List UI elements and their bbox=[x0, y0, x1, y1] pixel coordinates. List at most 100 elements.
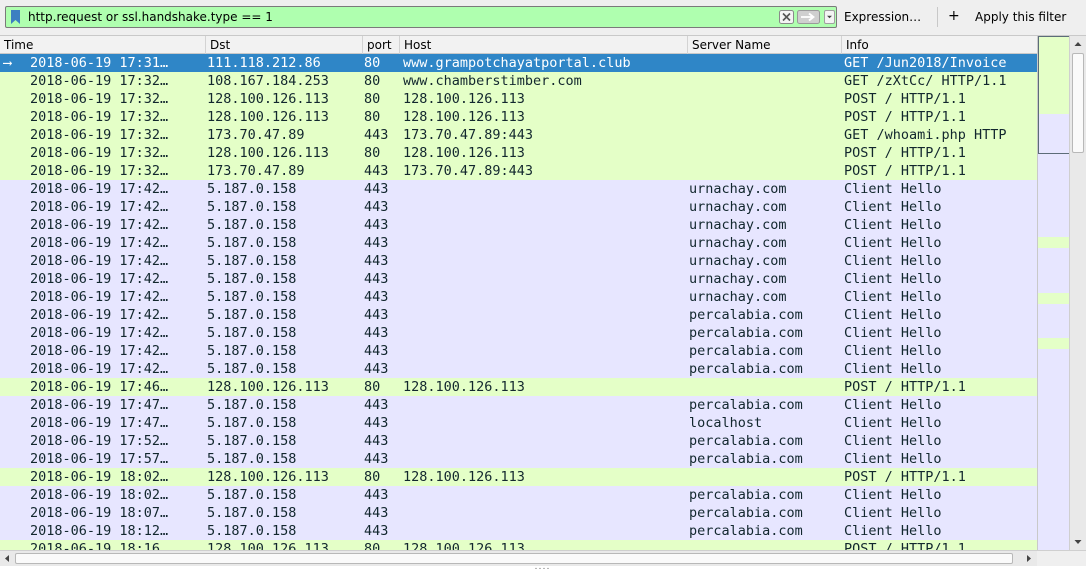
arrow-down-icon[interactable] bbox=[1070, 534, 1086, 550]
cell-info: Client Hello bbox=[844, 325, 942, 341]
column-header-host[interactable]: Host bbox=[399, 36, 687, 54]
cell-server-name bbox=[689, 72, 841, 90]
cell-host: www.grampotchayatportal.club bbox=[403, 55, 631, 71]
cell-host bbox=[403, 414, 685, 432]
minimap-viewport-indicator[interactable] bbox=[1038, 36, 1070, 154]
packet-row[interactable]: 2018-06-19 18:16… 128.100.126.113 80 128.10… bbox=[0, 540, 1037, 550]
cell-time: 2018-06-19 17:32… bbox=[30, 91, 169, 107]
cell-info: POST / HTTP/1.1 bbox=[844, 91, 966, 107]
packet-row[interactable]: 2018-06-19 17:32… 173.70.47.89 443 173.70.4… bbox=[0, 126, 1037, 144]
packet-row[interactable]: 2018-06-19 17:42… 5.187.0.158 443 urnachay.… bbox=[0, 288, 1037, 306]
packet-row[interactable]: 2018-06-19 18:02… 128.100.126.113 80 128.10… bbox=[0, 468, 1037, 486]
packet-row[interactable]: 2018-06-19 18:02… 5.187.0.158 443 percalabi… bbox=[0, 486, 1037, 504]
cell-server-name: percalabia.com bbox=[689, 361, 803, 377]
cell-time: 2018-06-19 17:42… bbox=[30, 253, 169, 269]
cell-host bbox=[403, 432, 685, 450]
cell-info: POST / HTTP/1.1 bbox=[844, 145, 966, 161]
packet-row[interactable]: 2018-06-19 17:42… 5.187.0.158 443 urnachay.… bbox=[0, 252, 1037, 270]
packet-row[interactable]: 2018-06-19 17:32… 128.100.126.113 80 128.10… bbox=[0, 90, 1037, 108]
vertical-scrollbar-thumb[interactable] bbox=[1072, 53, 1084, 153]
cell-server-name bbox=[689, 90, 841, 108]
column-header-dst[interactable]: Dst bbox=[205, 36, 362, 54]
column-header-time[interactable]: Time bbox=[0, 36, 205, 54]
cell-dst: 5.187.0.158 bbox=[207, 307, 297, 323]
cell-host bbox=[403, 324, 685, 342]
packet-row[interactable]: 2018-06-19 17:32… 128.100.126.113 80 128.10… bbox=[0, 144, 1037, 162]
packet-row[interactable]: 2018-06-19 17:42… 5.187.0.158 443 percalabi… bbox=[0, 360, 1037, 378]
cell-server-name bbox=[689, 144, 841, 162]
expression-button[interactable]: Expression… bbox=[844, 10, 921, 24]
packet-row[interactable]: 2018-06-19 18:07… 5.187.0.158 443 percalabi… bbox=[0, 504, 1037, 522]
packet-rows: ⟶ 2018-06-19 17:31… 111.118.212.86 80 www.gr… bbox=[0, 54, 1037, 550]
arrow-left-icon[interactable] bbox=[0, 551, 14, 566]
packet-row[interactable]: 2018-06-19 17:32… 128.100.126.113 80 128.10… bbox=[0, 108, 1037, 126]
cell-info: POST / HTTP/1.1 bbox=[844, 541, 966, 550]
packet-row-selected[interactable]: ⟶ 2018-06-19 17:31… 111.118.212.86 80 www.gr… bbox=[0, 54, 1037, 72]
cell-dst: 5.187.0.158 bbox=[207, 433, 297, 449]
packet-row[interactable]: 2018-06-19 17:46… 128.100.126.113 80 128.10… bbox=[0, 378, 1037, 396]
cell-dst: 173.70.47.89 bbox=[207, 127, 305, 143]
display-filter-text[interactable]: http.request or ssl.handshake.type == 1 bbox=[28, 10, 273, 24]
cell-port: 443 bbox=[364, 523, 389, 539]
column-header-server-name[interactable]: Server Name bbox=[687, 36, 841, 54]
arrow-right-icon[interactable] bbox=[797, 10, 820, 24]
cell-dst: 5.187.0.158 bbox=[207, 505, 297, 521]
horizontal-scrollbar[interactable] bbox=[0, 550, 1037, 566]
packet-row[interactable]: 2018-06-19 17:52… 5.187.0.158 443 percalabi… bbox=[0, 432, 1037, 450]
arrow-right-icon[interactable] bbox=[1022, 551, 1036, 566]
cell-info: POST / HTTP/1.1 bbox=[844, 379, 966, 395]
packet-row[interactable]: 2018-06-19 17:32… 108.167.184.253 80 www.ch… bbox=[0, 72, 1037, 90]
packet-row[interactable]: 2018-06-19 17:42… 5.187.0.158 443 urnachay.… bbox=[0, 234, 1037, 252]
cell-server-name: localhost bbox=[689, 415, 763, 431]
vertical-scrollbar[interactable] bbox=[1069, 36, 1086, 550]
packet-row[interactable]: 2018-06-19 17:42… 5.187.0.158 443 urnachay.… bbox=[0, 216, 1037, 234]
packet-row[interactable]: 2018-06-19 17:32… 173.70.47.89 443 173.70.4… bbox=[0, 162, 1037, 180]
packet-row[interactable]: 2018-06-19 17:42… 5.187.0.158 443 urnachay.… bbox=[0, 180, 1037, 198]
cell-host: 128.100.126.113 bbox=[403, 541, 525, 550]
arrow-up-icon[interactable] bbox=[1070, 36, 1086, 52]
bookmark-icon[interactable] bbox=[11, 10, 20, 24]
cell-info: Client Hello bbox=[844, 181, 942, 197]
apply-this-filter-button[interactable]: Apply this filter bbox=[975, 10, 1066, 24]
cell-port: 443 bbox=[364, 163, 389, 179]
cell-info: Client Hello bbox=[844, 289, 942, 305]
cell-time: 2018-06-19 17:57… bbox=[30, 451, 169, 467]
cell-host bbox=[403, 198, 685, 216]
cell-dst: 5.187.0.158 bbox=[207, 199, 297, 215]
cell-host bbox=[403, 522, 685, 540]
cell-port: 443 bbox=[364, 397, 389, 413]
minimap-http-band bbox=[1038, 337, 1070, 349]
cell-time: 2018-06-19 17:32… bbox=[30, 127, 169, 143]
cell-time: 2018-06-19 17:42… bbox=[30, 289, 169, 305]
packet-row[interactable]: 2018-06-19 17:42… 5.187.0.158 443 percalabi… bbox=[0, 306, 1037, 324]
cell-info: GET /zXtCc/ HTTP/1.1 bbox=[844, 73, 1007, 89]
cell-info: Client Hello bbox=[844, 307, 942, 323]
packet-row[interactable]: 2018-06-19 17:42… 5.187.0.158 443 urnachay.… bbox=[0, 270, 1037, 288]
cell-dst: 128.100.126.113 bbox=[207, 469, 329, 485]
packet-row[interactable]: 2018-06-19 17:42… 5.187.0.158 443 urnachay.… bbox=[0, 198, 1037, 216]
cell-dst: 5.187.0.158 bbox=[207, 253, 297, 269]
column-header-info[interactable]: Info bbox=[841, 36, 1037, 54]
cell-host: 173.70.47.89:443 bbox=[403, 127, 534, 143]
cell-port: 443 bbox=[364, 325, 389, 341]
packet-overview-minimap[interactable] bbox=[1037, 36, 1070, 550]
packet-row[interactable]: 2018-06-19 17:42… 5.187.0.158 443 percalabi… bbox=[0, 324, 1037, 342]
cell-dst: 5.187.0.158 bbox=[207, 523, 297, 539]
horizontal-scrollbar-thumb[interactable] bbox=[15, 553, 1013, 564]
packet-row[interactable]: 2018-06-19 18:12… 5.187.0.158 443 percalabi… bbox=[0, 522, 1037, 540]
packet-row[interactable]: 2018-06-19 17:57… 5.187.0.158 443 percalabi… bbox=[0, 450, 1037, 468]
cell-time: 2018-06-19 17:47… bbox=[30, 415, 169, 431]
display-filter-input[interactable]: http.request or ssl.handshake.type == 1 bbox=[5, 6, 837, 28]
packet-row[interactable]: 2018-06-19 17:47… 5.187.0.158 443 localhost… bbox=[0, 414, 1037, 432]
packet-row[interactable]: 2018-06-19 17:42… 5.187.0.158 443 percalabi… bbox=[0, 342, 1037, 360]
packet-row[interactable]: 2018-06-19 17:47… 5.187.0.158 443 percalabi… bbox=[0, 396, 1037, 414]
cell-time: 2018-06-19 17:52… bbox=[30, 433, 169, 449]
cell-host bbox=[403, 216, 685, 234]
chevron-down-icon[interactable] bbox=[824, 10, 835, 24]
cell-dst: 173.70.47.89 bbox=[207, 163, 305, 179]
clear-x-icon[interactable] bbox=[779, 10, 794, 24]
cell-dst: 108.167.184.253 bbox=[207, 73, 329, 89]
column-header-port[interactable]: port bbox=[362, 36, 399, 54]
plus-icon[interactable]: + bbox=[948, 8, 960, 24]
cell-info: Client Hello bbox=[844, 271, 942, 287]
